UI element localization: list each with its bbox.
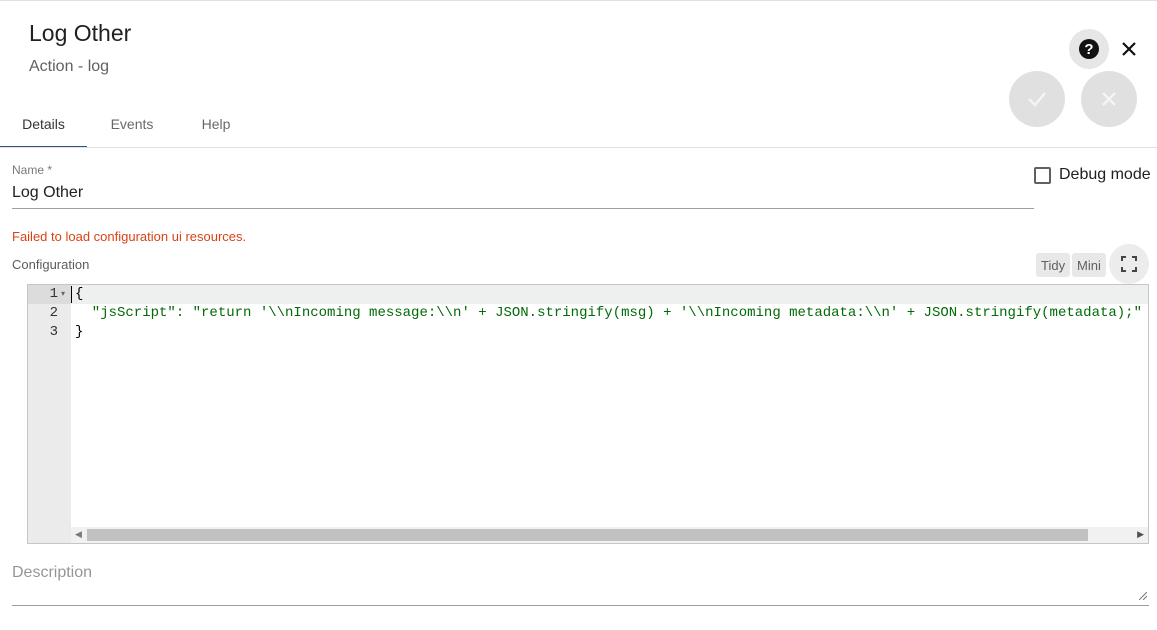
code-area[interactable]: { "jsScript": "return '\\nIncoming messa… <box>71 285 1148 527</box>
resize-handle-icon[interactable] <box>1139 592 1147 600</box>
close-button[interactable] <box>1117 37 1141 61</box>
checkbox-icon <box>1034 166 1051 184</box>
text-cursor <box>71 286 72 303</box>
debug-mode-checkbox[interactable]: Debug mode <box>1034 166 1151 184</box>
configuration-label: Configuration <box>12 257 90 272</box>
dialog-title: Log Other <box>29 20 132 46</box>
tab-details[interactable]: Details <box>0 100 87 148</box>
tab-help[interactable]: Help <box>177 100 255 147</box>
close-icon <box>1102 92 1116 106</box>
mini-button[interactable]: Mini <box>1072 253 1106 277</box>
name-label: Name * <box>12 163 53 177</box>
code-line: } <box>75 324 84 340</box>
line-number: 3 <box>49 324 58 340</box>
scroll-left-icon[interactable]: ◀ <box>75 529 82 540</box>
cancel-button[interactable] <box>1081 71 1137 127</box>
tidy-button[interactable]: Tidy <box>1036 253 1071 277</box>
tab-label: Help <box>201 115 231 132</box>
top-border <box>0 0 1157 1</box>
description-underline <box>12 605 1149 606</box>
tab-label: Details <box>22 115 65 132</box>
fullscreen-icon <box>1121 256 1137 272</box>
tabs-divider <box>0 147 1157 148</box>
name-underline <box>12 208 1034 209</box>
code-line: { <box>75 286 84 302</box>
error-message: Failed to load configuration ui resource… <box>12 229 247 244</box>
help-circle-icon: ? <box>1079 39 1099 59</box>
editor-gutter: 1 ▾ 2 3 <box>28 285 71 543</box>
active-line-highlight <box>71 285 1148 304</box>
code-line: "jsScript": "return '\\nIncoming message… <box>75 305 1142 321</box>
name-input[interactable] <box>12 182 1034 204</box>
line-number: 2 <box>49 305 58 321</box>
tab-events[interactable]: Events <box>87 100 177 147</box>
fullscreen-button[interactable] <box>1109 244 1149 284</box>
check-icon <box>1028 92 1046 107</box>
scroll-right-icon[interactable]: ▶ <box>1137 529 1144 540</box>
fold-arrow-icon[interactable]: ▾ <box>61 289 65 298</box>
close-icon <box>1122 42 1136 56</box>
dialog-subtitle: Action - log <box>29 58 110 75</box>
horizontal-scrollbar[interactable]: ◀ ▶ <box>71 527 1148 543</box>
help-button[interactable]: ? <box>1069 29 1109 69</box>
tab-bar: Details Events Help <box>0 100 255 148</box>
scrollbar-thumb[interactable] <box>87 529 1088 541</box>
code-editor[interactable]: 1 ▾ 2 3 { "jsScript": "return '\\nIncomi… <box>27 284 1149 544</box>
debug-mode-label: Debug mode <box>1059 166 1151 183</box>
line-number: 1 <box>49 286 58 302</box>
apply-button[interactable] <box>1009 71 1065 127</box>
tab-label: Events <box>110 115 154 132</box>
description-field[interactable]: Description <box>12 564 92 582</box>
